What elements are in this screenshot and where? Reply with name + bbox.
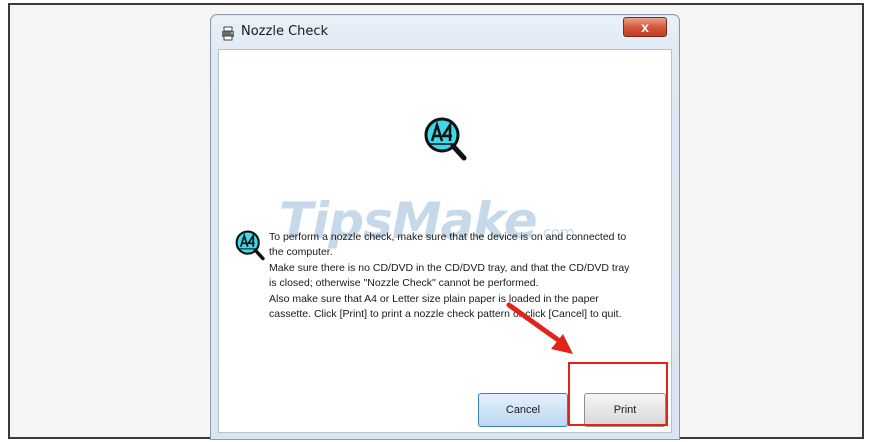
close-button[interactable]: x <box>623 17 667 37</box>
dialog-title: Nozzle Check <box>241 24 329 39</box>
cancel-button[interactable]: Cancel <box>478 393 568 427</box>
a4-magnifier-icon <box>235 230 265 261</box>
a4-magnifier-icon <box>424 117 467 161</box>
message-line-2: Make sure there is no CD/DVD in the CD/D… <box>269 261 630 290</box>
message-line-1: To perform a nozzle check, make sure tha… <box>269 231 627 259</box>
print-button-highlight <box>568 362 668 426</box>
title-bar[interactable]: Nozzle Check x <box>211 15 679 49</box>
red-arrow-icon <box>506 302 573 354</box>
printer-icon <box>222 26 234 41</box>
